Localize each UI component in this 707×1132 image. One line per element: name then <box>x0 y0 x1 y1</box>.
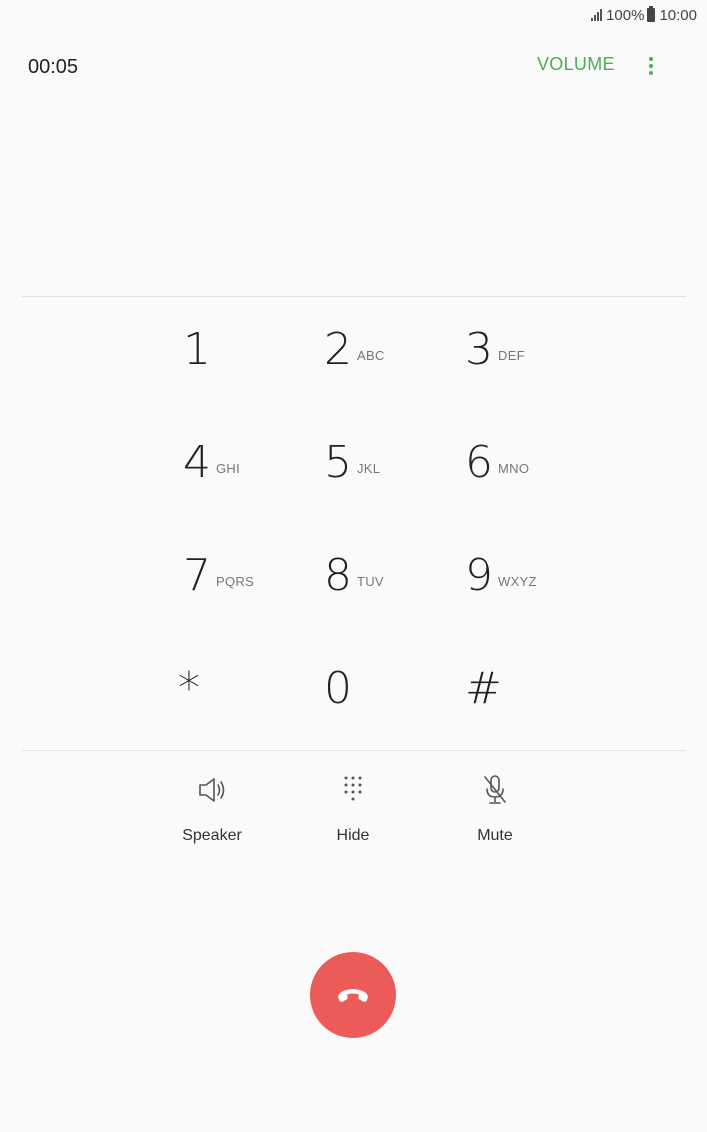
keypad-icon <box>344 776 362 801</box>
key-3[interactable]: 3 DEF <box>465 298 565 378</box>
top-divider <box>22 296 686 297</box>
key-digit: 3 <box>465 324 493 375</box>
end-call-button[interactable] <box>310 952 396 1038</box>
key-7[interactable]: 7 PQRS <box>183 524 283 604</box>
mute-button[interactable]: Mute <box>445 770 545 850</box>
key-digit: 5 <box>324 437 352 488</box>
signal-icon <box>591 9 603 21</box>
battery-icon <box>647 6 656 22</box>
call-timer: 00:05 <box>28 56 79 78</box>
speaker-icon <box>199 778 225 802</box>
key-digit: 6 <box>465 437 493 488</box>
key-letters: JKL <box>357 461 381 476</box>
key-1[interactable]: 1 <box>183 298 283 378</box>
key-5[interactable]: 5 JKL <box>324 411 424 491</box>
key-0[interactable]: 0 <box>324 637 424 717</box>
speaker-label: Speaker <box>182 827 242 844</box>
hide-label: Hide <box>336 827 370 844</box>
key-letters: ABC <box>357 348 385 363</box>
battery-percent: 100% <box>606 6 645 24</box>
end-call-icon <box>338 989 368 1002</box>
key-9[interactable]: 9 WXYZ <box>465 524 565 604</box>
key-letters: TUV <box>357 574 384 589</box>
call-header: 00:05 VOLUME <box>0 44 707 90</box>
key-digit: 4 <box>183 437 211 488</box>
bottom-divider <box>22 750 686 751</box>
key-letters: GHI <box>216 461 241 476</box>
mic-off-icon <box>484 775 506 804</box>
hide-keypad-button[interactable]: Hide <box>303 770 403 850</box>
key-4[interactable]: 4 GHI <box>183 411 283 491</box>
key-letters: MNO <box>498 461 530 476</box>
mute-label: Mute <box>477 827 513 844</box>
key-digit: 8 <box>324 550 352 601</box>
key-hash[interactable]: # <box>465 637 565 717</box>
more-options-icon[interactable] <box>640 52 662 80</box>
clock: 10:00 <box>659 6 697 24</box>
key-digit: 2 <box>324 324 352 375</box>
key-8[interactable]: 8 TUV <box>324 524 424 604</box>
speaker-button[interactable]: Speaker <box>162 770 262 850</box>
key-digit: * <box>178 663 200 714</box>
key-digit: # <box>465 663 502 714</box>
key-digit: 9 <box>465 550 493 601</box>
key-2[interactable]: 2 ABC <box>324 298 424 378</box>
key-digit: 1 <box>183 324 211 375</box>
key-6[interactable]: 6 MNO <box>465 411 565 491</box>
volume-button[interactable]: VOLUME <box>537 54 615 75</box>
call-actions: Speaker Hide Mute <box>0 770 707 860</box>
key-letters: WXYZ <box>498 574 537 589</box>
status-bar: 100% 10:00 <box>0 0 707 30</box>
key-digit: 0 <box>324 663 352 714</box>
key-digit: 7 <box>183 550 211 601</box>
key-star[interactable]: * <box>178 637 278 717</box>
key-letters: DEF <box>498 348 525 363</box>
key-letters: PQRS <box>216 574 255 589</box>
